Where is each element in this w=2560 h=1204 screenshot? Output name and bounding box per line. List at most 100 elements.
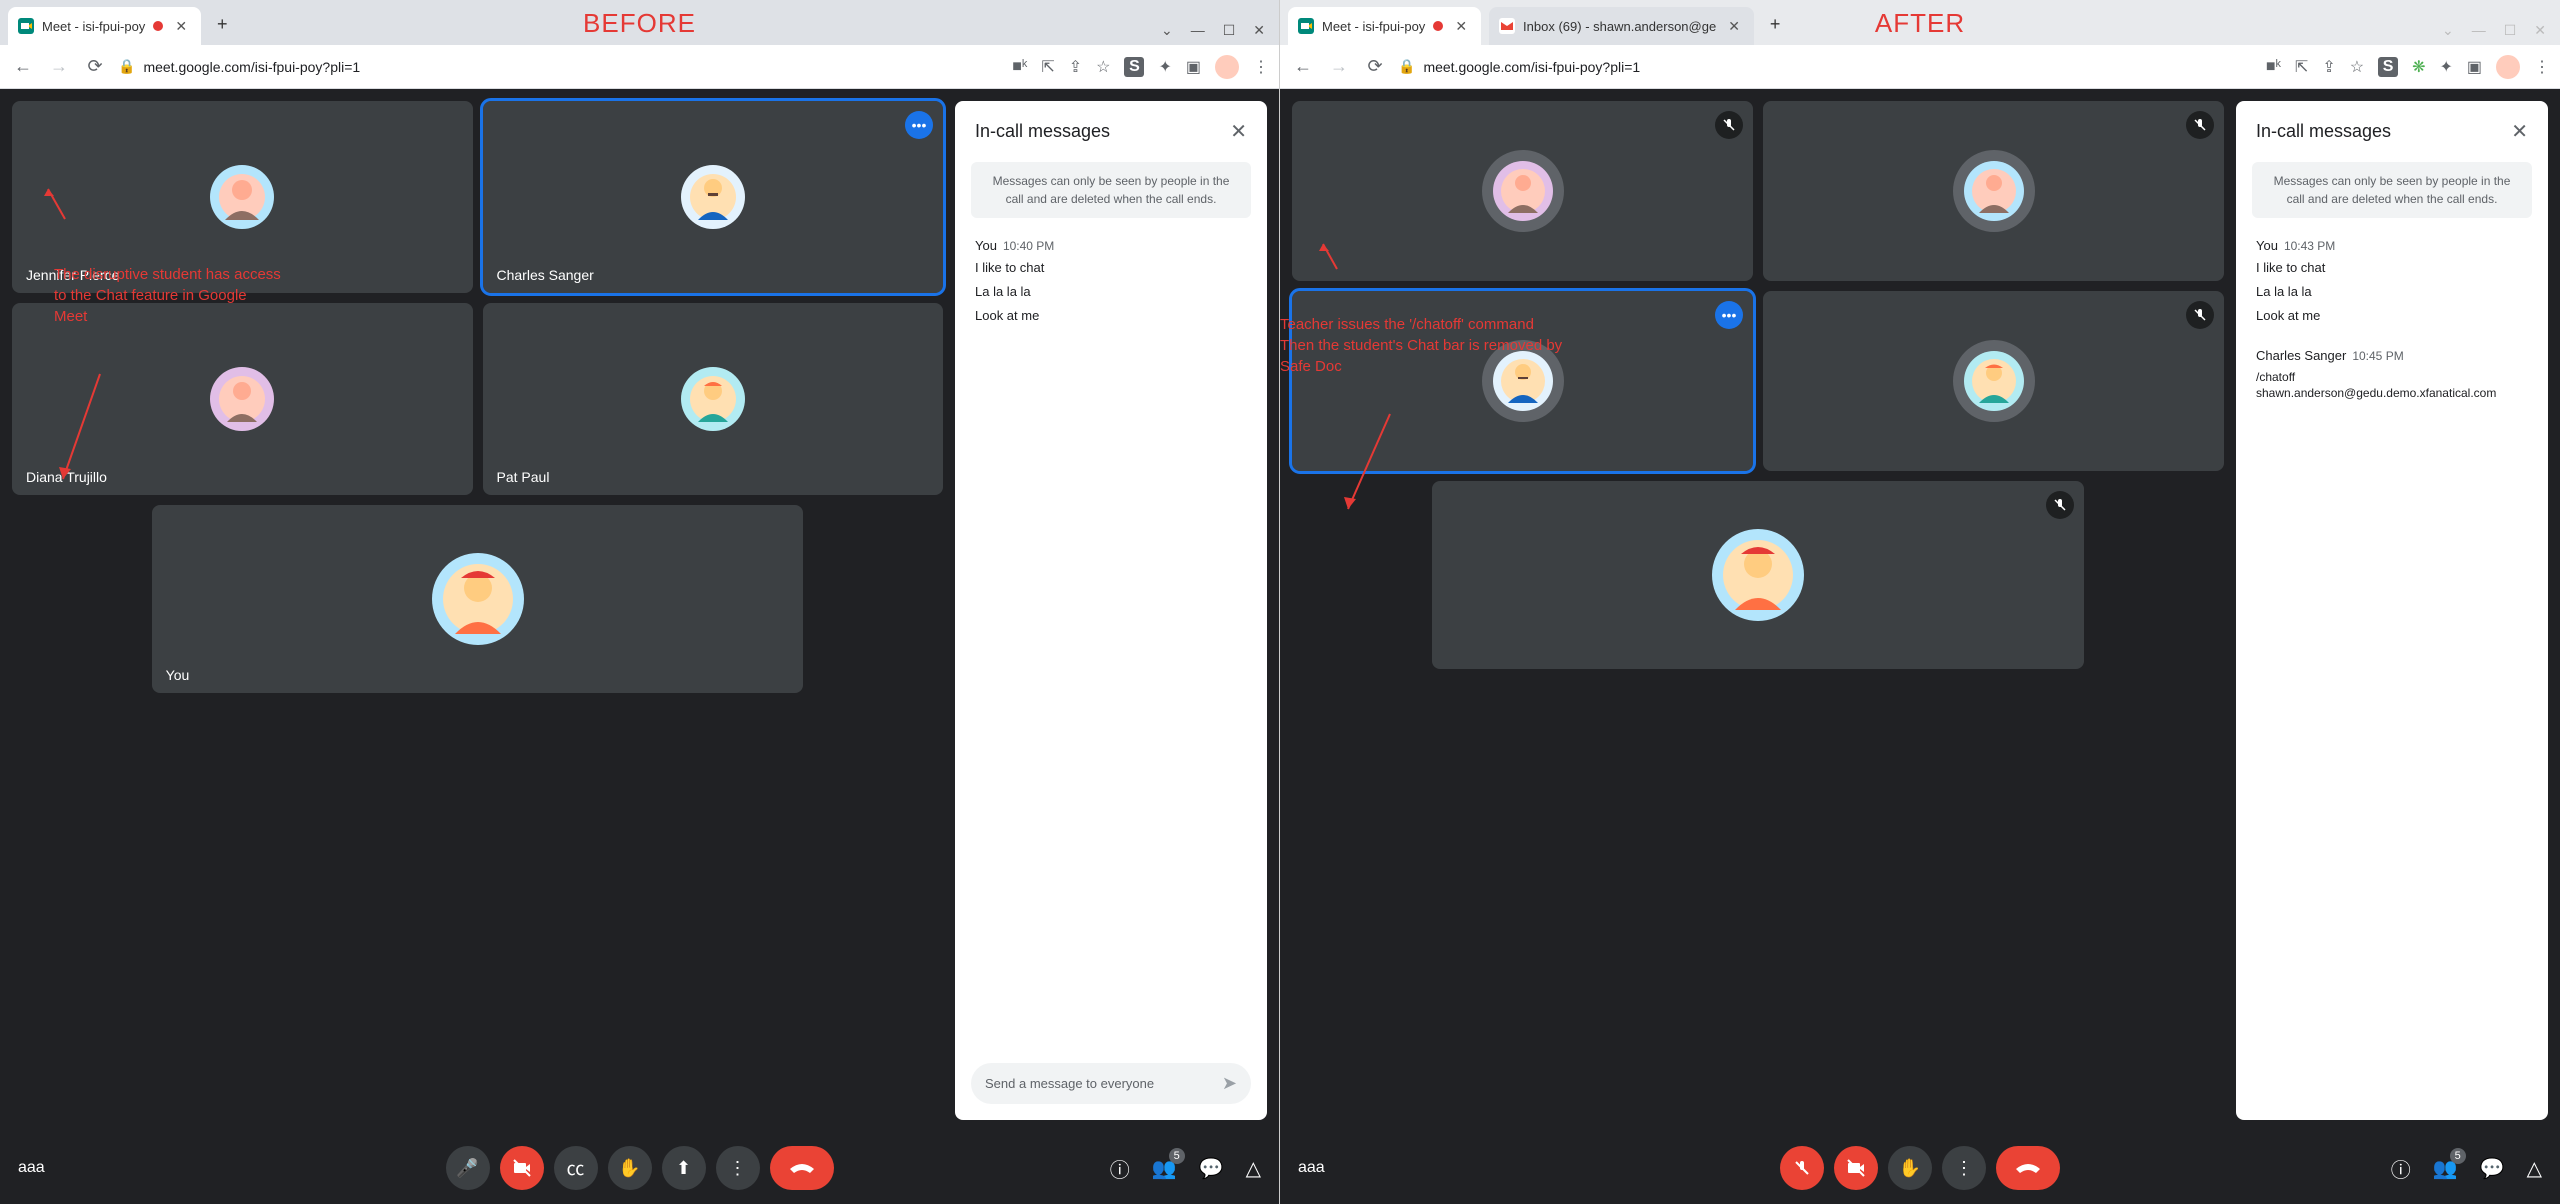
avatar-icon: [1972, 169, 2016, 213]
participant-name: Pat Paul: [497, 469, 550, 485]
record-indicator-icon: [153, 21, 163, 31]
msg-text: La la la la: [975, 283, 1247, 301]
captions-button[interactable]: ㏄: [554, 1146, 598, 1190]
tab-close-button[interactable]: ✕: [171, 18, 191, 35]
tab-close-button[interactable]: ✕: [1451, 18, 1471, 35]
send-icon[interactable]: ➤: [1222, 1073, 1237, 1094]
close-window-button[interactable]: ✕: [1253, 22, 1265, 39]
camera-off-button[interactable]: [500, 1146, 544, 1190]
muted-icon: [2046, 491, 2074, 519]
activities-button[interactable]: △: [2527, 1156, 2542, 1181]
window-controls: ⌄ — ☐ ✕: [1161, 22, 1265, 39]
chat-title: In-call messages: [975, 121, 1110, 142]
avatar-icon: [443, 564, 513, 634]
msg-time: 10:43 PM: [2284, 239, 2335, 253]
minimize-button[interactable]: —: [1191, 22, 1205, 39]
chat-button[interactable]: 💬: [2480, 1156, 2505, 1181]
browser-tab[interactable]: Meet - isi-fpui-poy ✕: [8, 7, 201, 45]
camera-icon[interactable]: ■ᵏ: [1012, 58, 1027, 76]
share-icon[interactable]: ⇪: [1069, 57, 1082, 77]
annotation-text: The disruptive student has access to the…: [54, 264, 284, 327]
install-icon[interactable]: ⇱: [1041, 57, 1054, 77]
extension-s-icon[interactable]: S: [1124, 57, 1144, 77]
address-bar: ← → ⟳ 🔒 meet.google.com/isi-fpui-poy?pli…: [0, 45, 1279, 89]
raise-hand-button[interactable]: ✋: [608, 1146, 652, 1190]
self-tile[interactable]: You: [152, 505, 804, 693]
participant-name: Charles Sanger: [497, 267, 594, 283]
pin-icon[interactable]: •••: [905, 111, 933, 139]
info-button[interactable]: ⓘ: [1110, 1154, 1130, 1183]
participant-tile[interactable]: Pat Paul: [483, 303, 944, 495]
maximize-button[interactable]: ☐: [2504, 22, 2517, 39]
extension-leaf-icon[interactable]: ❋: [2412, 57, 2425, 77]
tab-dropdown-icon[interactable]: ⌄: [1161, 22, 1173, 39]
sidepanel-icon[interactable]: ▣: [1186, 57, 1201, 77]
url-box[interactable]: 🔒 meet.google.com/isi-fpui-poy?pli=1: [1398, 58, 2256, 75]
camera-icon[interactable]: ■ᵏ: [2266, 58, 2281, 76]
chrome-menu-button[interactable]: ⋮: [2534, 57, 2550, 77]
profile-avatar[interactable]: [2496, 55, 2520, 79]
star-icon[interactable]: ☆: [1096, 57, 1110, 77]
annotation-arrow: [55, 369, 105, 489]
addr-actions: ■ᵏ ⇱ ⇪ ☆ S ❋ ✦ ▣ ⋮: [2266, 55, 2550, 79]
tab-close-button[interactable]: ✕: [1724, 18, 1744, 35]
maximize-button[interactable]: ☐: [1223, 22, 1236, 39]
url-box[interactable]: 🔒 meet.google.com/isi-fpui-poy?pli=1: [118, 58, 1002, 75]
url-text: meet.google.com/isi-fpui-poy?pli=1: [143, 59, 360, 75]
end-call-button[interactable]: [770, 1146, 834, 1190]
participant-tile-active[interactable]: ••• Charles Sanger: [483, 101, 944, 293]
install-icon[interactable]: ⇱: [2295, 57, 2308, 77]
back-button[interactable]: ←: [1290, 54, 1316, 80]
reload-button[interactable]: ⟳: [82, 54, 108, 80]
people-button[interactable]: 👥5: [1152, 1156, 1177, 1181]
people-count-badge: 5: [2450, 1148, 2466, 1164]
end-call-button[interactable]: [1996, 1146, 2060, 1190]
reload-button[interactable]: ⟳: [1362, 54, 1388, 80]
participant-tile[interactable]: [1292, 101, 1753, 281]
browser-tab[interactable]: Meet - isi-fpui-poy ✕: [1288, 7, 1481, 45]
raise-hand-button[interactable]: ✋: [1888, 1146, 1932, 1190]
chat-input[interactable]: Send a message to everyone ➤: [971, 1063, 1251, 1104]
participant-tile[interactable]: [1763, 101, 2224, 281]
extensions-icon[interactable]: ✦: [2439, 57, 2452, 77]
new-tab-button[interactable]: +: [209, 10, 236, 39]
record-indicator-icon: [1433, 21, 1443, 31]
tab-dropdown-icon[interactable]: ⌄: [2442, 22, 2454, 39]
muted-icon: [1715, 111, 1743, 139]
pin-icon[interactable]: •••: [1715, 301, 1743, 329]
chrome-menu-button[interactable]: ⋮: [1253, 57, 1269, 77]
share-icon[interactable]: ⇪: [2322, 57, 2335, 77]
more-options-button[interactable]: ⋮: [716, 1146, 760, 1190]
extension-s-icon[interactable]: S: [2378, 57, 2398, 77]
participant-tile[interactable]: [1763, 291, 2224, 471]
avatar-icon: [219, 174, 265, 220]
sidepanel-icon[interactable]: ▣: [2467, 57, 2482, 77]
present-button[interactable]: ⬆: [662, 1146, 706, 1190]
more-options-button[interactable]: ⋮: [1942, 1146, 1986, 1190]
annotation-arrow: [1315, 239, 1345, 274]
close-window-button[interactable]: ✕: [2534, 22, 2546, 39]
chat-button[interactable]: 💬: [1199, 1156, 1224, 1181]
annotation-arrow: [40, 184, 70, 224]
camera-off-button[interactable]: [1834, 1146, 1878, 1190]
self-tile[interactable]: [1432, 481, 2084, 669]
extensions-icon[interactable]: ✦: [1158, 57, 1171, 77]
profile-avatar[interactable]: [1215, 55, 1239, 79]
back-button[interactable]: ←: [10, 54, 36, 80]
activities-button[interactable]: △: [1246, 1156, 1261, 1181]
close-chat-button[interactable]: ✕: [1230, 119, 1247, 144]
close-chat-button[interactable]: ✕: [2511, 119, 2528, 144]
browser-tab[interactable]: Inbox (69) - shawn.anderson@ge ✕: [1489, 7, 1754, 45]
mic-button[interactable]: 🎤: [446, 1146, 490, 1190]
star-icon[interactable]: ☆: [2350, 57, 2364, 77]
people-button[interactable]: 👥5: [2433, 1156, 2458, 1181]
new-tab-button[interactable]: +: [1762, 10, 1789, 39]
chat-messages: You10:40 PM I like to chat La la la la L…: [955, 232, 1267, 1051]
chat-title: In-call messages: [2256, 121, 2391, 142]
forward-button[interactable]: →: [1326, 54, 1352, 80]
mic-off-button[interactable]: [1780, 1146, 1824, 1190]
minimize-button[interactable]: —: [2472, 22, 2486, 39]
info-button[interactable]: ⓘ: [2391, 1154, 2411, 1183]
msg-author: You: [975, 238, 997, 253]
forward-button[interactable]: →: [46, 54, 72, 80]
